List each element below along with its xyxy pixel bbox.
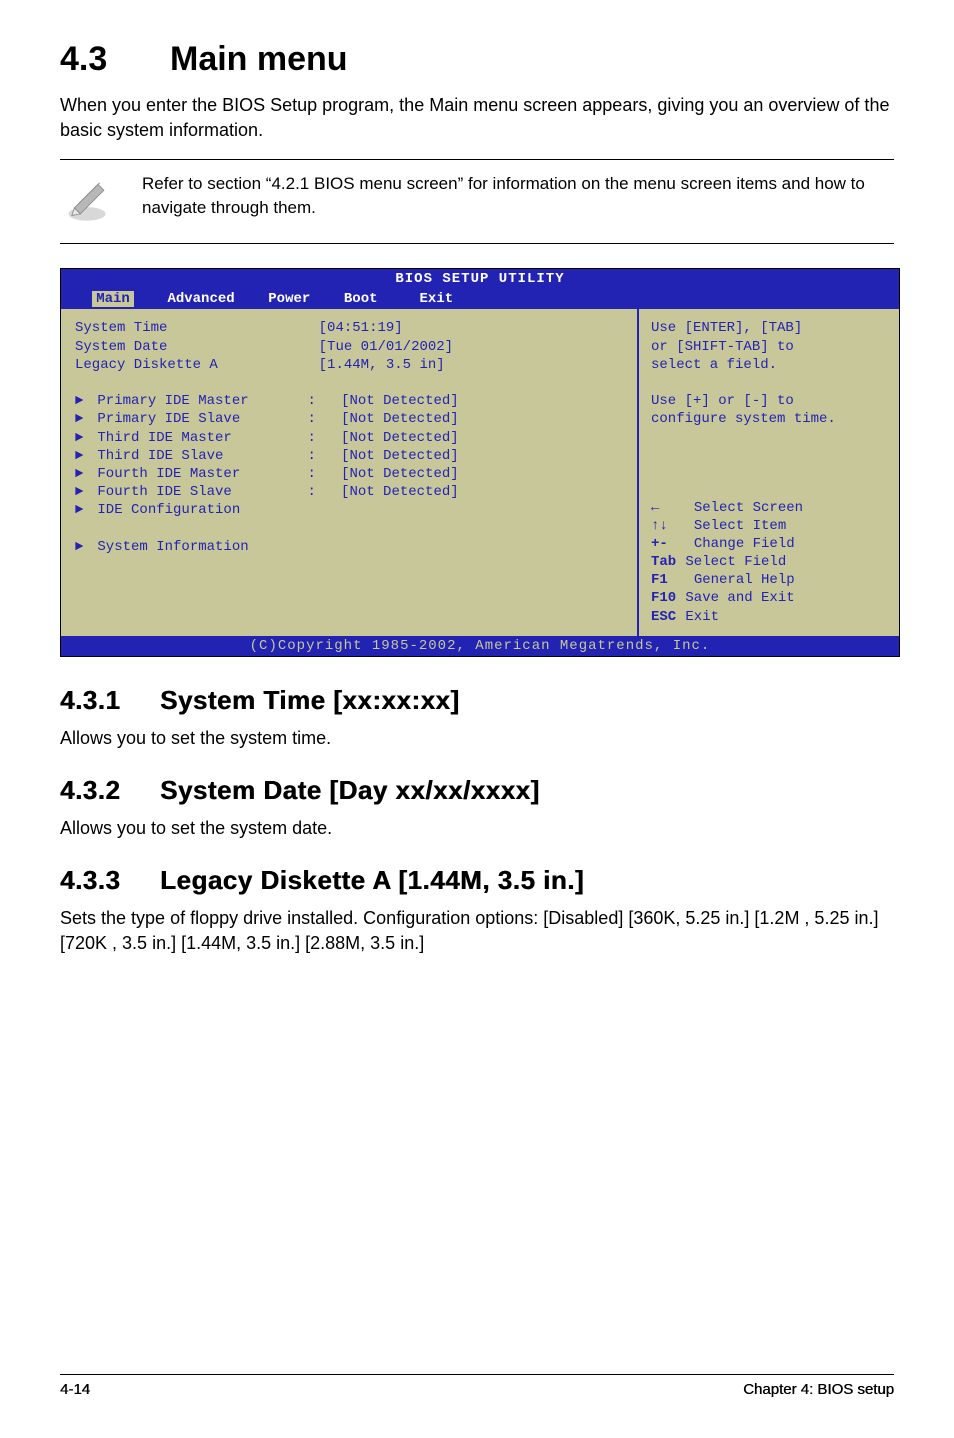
subsection-heading: 4.3.3Legacy Diskette A [1.44M, 3.5 in.] bbox=[60, 865, 894, 896]
subsection-heading: 4.3.2System Date [Day xx/xx/xxxx] bbox=[60, 775, 894, 806]
subsection-body: Allows you to set the system time. bbox=[60, 726, 894, 751]
bios-field-system-date[interactable]: System Date [Tue 01/01/2002] bbox=[75, 339, 453, 355]
bios-tab-exit[interactable]: Exit bbox=[420, 291, 454, 307]
triangle-icon: ► bbox=[75, 538, 89, 556]
bios-help-panel: Use [ENTER], [TAB] or [SHIFT-TAB] to sel… bbox=[639, 309, 899, 635]
bios-ide-config[interactable]: IDE Configuration bbox=[97, 502, 240, 518]
key-esc: ESC bbox=[651, 608, 677, 626]
bios-left-panel: System Time [04:51:19] System Date [Tue … bbox=[61, 309, 639, 635]
key-tab: Tab bbox=[651, 553, 677, 571]
page-footer: 4-14 Chapter 4: BIOS setup bbox=[60, 1374, 894, 1398]
triangle-icon: ► bbox=[75, 447, 89, 465]
subsection-heading: 4.3.1System Time [xx:xx:xx] bbox=[60, 685, 894, 716]
bios-tab-power[interactable]: Power bbox=[268, 291, 310, 307]
triangle-icon: ► bbox=[75, 483, 89, 501]
note-text: Refer to section “4.2.1 BIOS menu screen… bbox=[142, 170, 894, 220]
chapter-label: Chapter 4: BIOS setup bbox=[743, 1381, 894, 1398]
arrow-left-icon: ← bbox=[651, 499, 677, 517]
subsection-title: Legacy Diskette A [1.44M, 3.5 in.] bbox=[160, 865, 584, 895]
pencil-icon bbox=[60, 170, 114, 229]
section-title: Main menu bbox=[170, 40, 348, 78]
bios-body: System Time [04:51:19] System Date [Tue … bbox=[61, 309, 899, 635]
triangle-icon: ► bbox=[75, 392, 89, 410]
bios-tab-boot[interactable]: Boot bbox=[344, 291, 378, 307]
bios-ide-row[interactable]: Fourth IDE Master : [Not Detected] bbox=[97, 466, 458, 482]
bios-copyright: (C)Copyright 1985-2002, American Megatre… bbox=[61, 636, 899, 656]
subsection-title: System Date [Day xx/xx/xxxx] bbox=[160, 775, 540, 805]
triangle-icon: ► bbox=[75, 429, 89, 447]
bios-title-bar: BIOS SETUP UTILITY bbox=[61, 269, 899, 289]
bios-screenshot: BIOS SETUP UTILITY Main Advanced Power B… bbox=[60, 268, 900, 656]
bios-tab-bar: Main Advanced Power Boot Exit bbox=[61, 289, 899, 309]
subsection-body: Allows you to set the system date. bbox=[60, 816, 894, 841]
subsection-number: 4.3.2 bbox=[60, 775, 160, 806]
bios-ide-row[interactable]: Primary IDE Master : [Not Detected] bbox=[97, 393, 458, 409]
bios-ide-row[interactable]: Third IDE Master : [Not Detected] bbox=[97, 430, 458, 446]
subsection-title: System Time [xx:xx:xx] bbox=[160, 685, 460, 715]
page-number: 4-14 bbox=[60, 1381, 90, 1398]
note-box: Refer to section “4.2.1 BIOS menu screen… bbox=[60, 159, 894, 244]
arrow-updown-icon: ↑↓ bbox=[651, 517, 677, 535]
key-f10: F10 bbox=[651, 589, 677, 607]
bios-help-top: Use [ENTER], [TAB] or [SHIFT-TAB] to sel… bbox=[651, 320, 836, 427]
subsection-number: 4.3.1 bbox=[60, 685, 160, 716]
bios-ide-row[interactable]: Fourth IDE Slave : [Not Detected] bbox=[97, 484, 458, 500]
intro-paragraph: When you enter the BIOS Setup program, t… bbox=[60, 93, 894, 143]
subsection-body: Sets the type of floppy drive installed.… bbox=[60, 906, 894, 956]
section-number: 4.3 bbox=[60, 40, 170, 79]
subsection-number: 4.3.3 bbox=[60, 865, 160, 896]
key-f1: F1 bbox=[651, 571, 677, 589]
key-plusminus: +- bbox=[651, 535, 677, 553]
bios-tab-advanced[interactable]: Advanced bbox=[167, 291, 234, 307]
triangle-icon: ► bbox=[75, 501, 89, 519]
section-heading: 4.3Main menu bbox=[60, 40, 894, 79]
bios-ide-row[interactable]: Third IDE Slave : [Not Detected] bbox=[97, 448, 458, 464]
bios-field-legacy[interactable]: Legacy Diskette A [1.44M, 3.5 in] bbox=[75, 357, 445, 373]
bios-field-system-time[interactable]: System Time [04:51:19] bbox=[75, 320, 403, 336]
bios-ide-row[interactable]: Primary IDE Slave : [Not Detected] bbox=[97, 411, 458, 427]
triangle-icon: ► bbox=[75, 410, 89, 428]
triangle-icon: ► bbox=[75, 465, 89, 483]
bios-tab-main[interactable]: Main bbox=[92, 291, 134, 307]
bios-system-info[interactable]: System Information bbox=[97, 539, 248, 555]
bios-help-keys: ← Select Screen ↑↓ Select Item +- Change… bbox=[651, 499, 803, 626]
